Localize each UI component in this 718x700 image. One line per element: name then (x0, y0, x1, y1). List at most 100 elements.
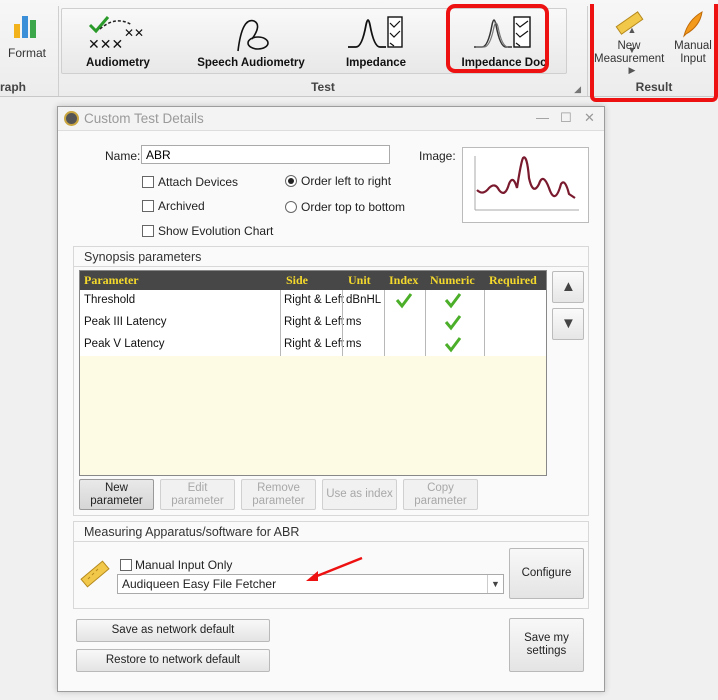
manual-input-only-checkbox[interactable] (120, 559, 132, 571)
cell-side: Right & Left (284, 294, 345, 306)
archived-checkbox[interactable] (142, 200, 154, 212)
new-parameter-label-1: New (104, 481, 128, 494)
minimize-icon[interactable]: — (536, 110, 549, 125)
impedance-label: Impedance (345, 57, 407, 69)
cell-unit: dBnHL (346, 294, 382, 306)
copy-parameter-label-2: parameter (414, 494, 467, 507)
apparatus-selected-value: Audiqueen Easy File Fetcher (122, 577, 277, 591)
custom-test-details-dialog: Custom Test Details — ☐ ✕ Name: Image: A… (57, 106, 605, 692)
cell-parameter: Peak III Latency (84, 316, 167, 328)
table-row[interactable]: Peak V Latency Right & Left ms (80, 334, 546, 356)
synopsis-title: Synopsis parameters (74, 247, 588, 267)
edit-parameter-button[interactable]: Edit parameter (160, 479, 235, 510)
col-required[interactable]: Required (489, 273, 537, 288)
remove-parameter-button[interactable]: Remove parameter (241, 479, 316, 510)
numeric-check-icon (444, 337, 462, 353)
impedance-button[interactable]: Impedance (330, 9, 422, 75)
format-label: Format (8, 46, 47, 60)
order-left-right-radio[interactable] (285, 175, 297, 187)
cell-side: Right & Left (284, 338, 345, 350)
order-top-bottom-radio[interactable] (285, 201, 297, 213)
speech-curve-icon (237, 19, 269, 52)
col-unit[interactable]: Unit (348, 273, 371, 288)
archived-label: Archived (158, 199, 205, 213)
audiometry-button[interactable]: ✕✕✕ ✕✕ Audiometry (72, 9, 164, 75)
numeric-check-icon (444, 293, 462, 309)
save-my-settings-button[interactable]: Save my settings (509, 618, 584, 672)
table-row[interactable]: Threshold Right & Left dBnHL (80, 290, 546, 312)
edit-parameter-label-1: Edit (187, 481, 208, 494)
annotation-arrow (306, 556, 363, 581)
order-left-right-label: Order left to right (301, 174, 392, 188)
col-parameter[interactable]: Parameter (84, 273, 139, 288)
grid-divider (342, 290, 343, 356)
bar-chart-icon (14, 16, 36, 38)
svg-text:✕✕: ✕✕ (124, 26, 144, 40)
save-network-default-button[interactable]: Save as network default (76, 619, 270, 642)
new-parameter-label-2: parameter (90, 494, 143, 507)
grid-header: Parameter Side Unit Index Numeric Requir… (80, 271, 546, 290)
grid-divider (280, 290, 281, 356)
name-input[interactable] (141, 145, 390, 164)
save-my-label-2: settings (526, 645, 567, 657)
impedance-doc-highlight (446, 4, 549, 73)
maximize-icon[interactable]: ☐ (560, 110, 572, 126)
attach-devices-label: Attach Devices (158, 175, 239, 189)
configure-button[interactable]: Configure (509, 548, 584, 599)
arrow-down-icon: ▼ (561, 315, 576, 332)
audiometry-label: Audiometry (86, 57, 150, 69)
speech-audiometry-button[interactable]: Speech Audiometry (188, 9, 314, 75)
save-my-label-1: Save my (524, 632, 569, 644)
dialog-titlebar[interactable]: Custom Test Details — ☐ ✕ (58, 107, 604, 131)
format-button[interactable]: Format (0, 6, 52, 72)
move-up-button[interactable]: ▲ (552, 271, 584, 303)
grid-divider (484, 290, 485, 356)
col-side[interactable]: Side (286, 273, 308, 288)
cell-parameter: Peak V Latency (84, 338, 165, 350)
manual-input-only-label: Manual Input Only (135, 558, 233, 572)
test-image-thumbnail[interactable] (462, 147, 589, 223)
arrow-up-icon: ▲ (561, 278, 576, 295)
image-label: Image: (419, 149, 456, 163)
copy-parameter-label-1: Copy (427, 481, 454, 494)
dialog-title: Custom Test Details (84, 111, 204, 126)
abr-waveform-icon (474, 156, 579, 211)
attach-devices-checkbox[interactable] (142, 176, 154, 188)
name-label: Name: (105, 149, 141, 163)
remove-parameter-label-2: parameter (252, 494, 305, 507)
parameters-grid: Parameter Side Unit Index Numeric Requir… (79, 270, 547, 476)
restore-network-default-button[interactable]: Restore to network default (76, 649, 270, 672)
grid-divider (425, 290, 426, 356)
show-evolution-chart-checkbox[interactable] (142, 225, 154, 237)
col-index[interactable]: Index (389, 273, 418, 288)
ribbon: Format raph ✕✕✕ ✕✕ Audiometry Speech Aud… (0, 0, 718, 102)
audiometry-icon: ✕✕✕ ✕✕ (88, 16, 144, 53)
grid-divider (384, 290, 385, 356)
numeric-check-icon (444, 315, 462, 331)
move-down-button[interactable]: ▼ (552, 308, 584, 340)
app-logo-icon (64, 111, 79, 126)
new-parameter-button[interactable]: New parameter (79, 479, 154, 510)
impedance-curve-icon (348, 16, 403, 48)
dialog-launcher-icon[interactable]: ◢ (574, 84, 581, 95)
remove-parameter-label-1: Remove (257, 481, 300, 494)
svg-text:✕✕✕: ✕✕✕ (88, 37, 123, 53)
col-numeric[interactable]: Numeric (430, 273, 475, 288)
order-top-bottom-label: Order top to bottom (301, 200, 406, 214)
graph-group-label: raph (0, 80, 27, 94)
show-evolution-chart-label: Show Evolution Chart (158, 224, 274, 238)
edit-parameter-label-2: parameter (171, 494, 224, 507)
chevron-down-icon[interactable]: ▼ (487, 575, 503, 593)
table-row[interactable]: Peak III Latency Right & Left ms (80, 312, 546, 334)
close-icon[interactable]: ✕ (584, 110, 595, 126)
copy-parameter-button[interactable]: Copy parameter (403, 479, 478, 510)
cell-side: Right & Left (284, 316, 345, 328)
cell-parameter: Threshold (84, 294, 136, 306)
result-highlight (590, 4, 718, 102)
index-check-icon (395, 293, 413, 309)
apparatus-title: Measuring Apparatus/software for ABR (74, 522, 588, 542)
cell-unit: ms (346, 338, 362, 350)
use-as-index-button[interactable]: Use as index (322, 479, 397, 510)
speech-audiometry-label: Speech Audiometry (197, 57, 305, 69)
cell-unit: ms (346, 316, 362, 328)
